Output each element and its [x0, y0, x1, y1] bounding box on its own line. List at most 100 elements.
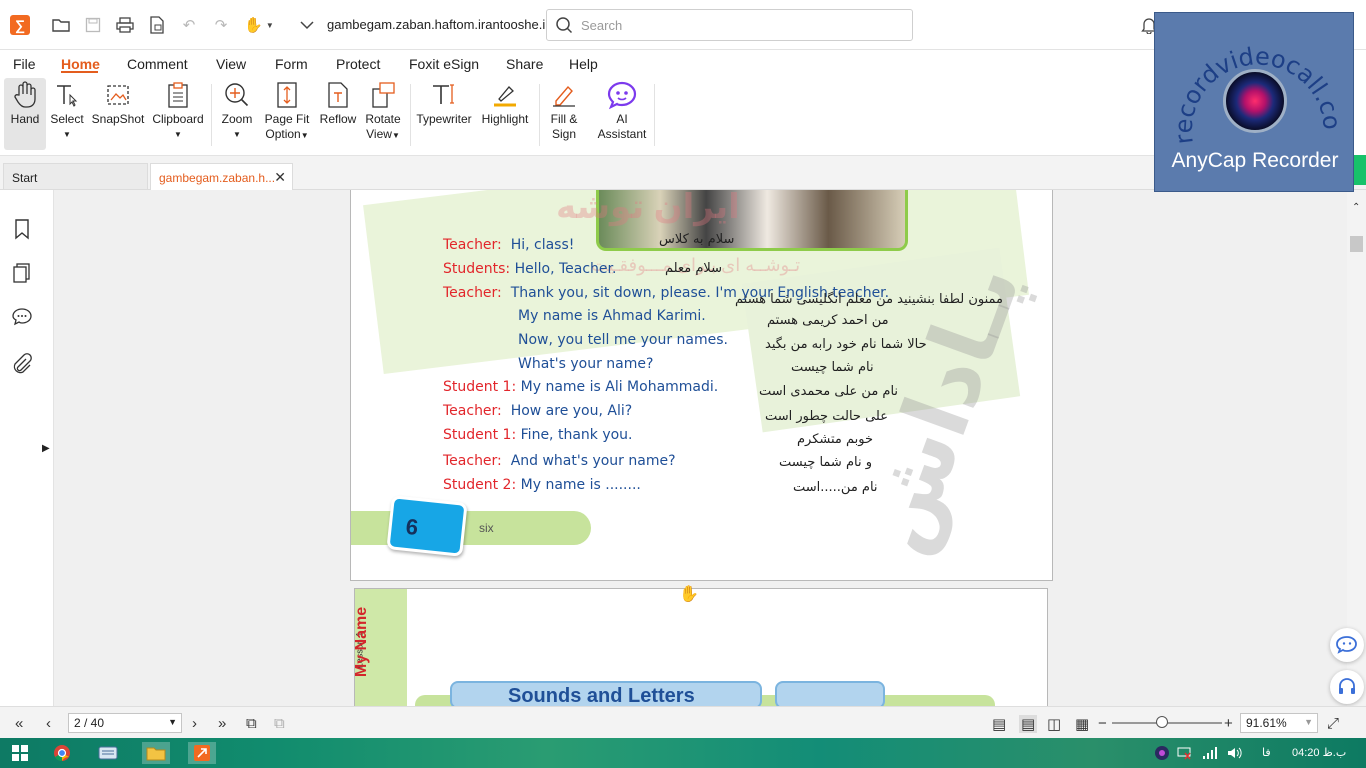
navigation-pane: ▶ — [0, 190, 54, 706]
page-fit-label: Page Fit — [264, 112, 310, 126]
search-input[interactable]: Search — [546, 9, 913, 41]
clipboard-button[interactable]: Clipboard ▼ — [150, 78, 206, 150]
page-fit-icon — [277, 82, 297, 108]
camera-lens-icon — [1223, 69, 1287, 133]
file-explorer-icon[interactable] — [142, 742, 170, 764]
first-page-icon[interactable]: « — [15, 715, 23, 732]
clock[interactable]: 04:20 ب.ظ — [1292, 746, 1346, 759]
read-aloud-float-icon[interactable] — [1330, 670, 1364, 704]
zoom-in-icon[interactable]: + — [1224, 715, 1233, 732]
scroll-up-icon[interactable]: ⌃ — [1352, 202, 1360, 213]
single-page-view-icon[interactable]: ▤ — [992, 715, 1006, 733]
tab-start[interactable]: Start — [3, 163, 148, 190]
save-icon[interactable] — [82, 14, 104, 36]
dialogue-line: Teacher: Hi, class! — [443, 237, 575, 253]
comments-icon[interactable] — [11, 306, 33, 328]
previous-page-icon[interactable]: ‹ — [46, 715, 51, 732]
reflow-icon — [328, 82, 348, 108]
menu-home[interactable]: Home — [61, 56, 100, 72]
continuous-view-icon[interactable]: ▤ — [1019, 715, 1038, 733]
page-thumbnails-icon[interactable] — [11, 262, 33, 284]
menu-protect[interactable]: Protect — [336, 56, 380, 72]
ai-assistant-float-icon[interactable] — [1330, 628, 1364, 662]
menu-comment[interactable]: Comment — [127, 56, 188, 72]
page-number-card: 6 — [386, 495, 468, 557]
select-tool-button[interactable]: Select ▼ — [50, 78, 84, 150]
hand-label: Hand — [10, 112, 40, 126]
pdf-page-3: Lesson 1 My Name Sounds and Letters — [354, 588, 1048, 706]
ai-assistant-button[interactable]: AI Assistant — [594, 78, 650, 150]
persian-translation: خوبم متشکرم — [797, 432, 874, 447]
ai-label: AI — [616, 112, 628, 126]
fill-sign-button[interactable]: Fill & Sign — [545, 78, 583, 150]
watermark-logo: ایران توشه — [556, 190, 740, 226]
tab-document-label: gambegam.zaban.h... — [159, 171, 276, 185]
open-folder-icon[interactable] — [50, 14, 72, 36]
reflow-button[interactable]: Reflow — [318, 78, 358, 150]
tab-document[interactable]: gambegam.zaban.h... ✕ — [150, 163, 293, 190]
windows-start-icon[interactable] — [8, 742, 32, 764]
typewriter-button[interactable]: Typewriter — [415, 78, 473, 150]
dialogue-line: Student 1: Fine, thank you. — [443, 427, 633, 443]
zoom-button[interactable]: Zoom ▼ — [218, 78, 256, 150]
network-disconnected-icon[interactable] — [1172, 742, 1196, 764]
keyboard-icon[interactable] — [96, 742, 120, 764]
page-number-input[interactable]: 2 / 40 ▼ — [68, 713, 182, 733]
document-view[interactable]: ایران توشه تـوشــه ای بـرای مـــوفقـیت پ… — [54, 190, 1347, 706]
hand-tool-dropdown-icon[interactable]: ✋ ▼ — [244, 14, 274, 36]
scrollbar-thumb[interactable] — [1350, 236, 1363, 252]
menu-help[interactable]: Help — [569, 56, 598, 72]
clipboard-label: Clipboard — [152, 112, 204, 126]
persian-translation: و نام شما چیست — [779, 455, 872, 470]
input-language[interactable]: فا — [1262, 746, 1271, 759]
facing-view-icon[interactable]: ◫ — [1047, 715, 1061, 733]
section-cd-bar — [775, 681, 885, 706]
signal-icon[interactable] — [1198, 742, 1222, 764]
snapshot-button[interactable]: SnapShot — [91, 78, 145, 150]
next-view-icon[interactable]: ⧉ — [274, 715, 285, 732]
highlight-button[interactable]: Highlight — [477, 78, 533, 150]
tray-app-icon[interactable] — [1150, 742, 1174, 764]
attachment-icon[interactable] — [11, 353, 33, 375]
menu-share[interactable]: Share — [506, 56, 543, 72]
active-menu-underline — [61, 71, 98, 73]
page-dropdown-icon[interactable]: ▼ — [168, 717, 177, 727]
close-tab-icon[interactable]: ✕ — [274, 169, 286, 186]
foxit-taskbar-icon[interactable] — [188, 742, 216, 764]
expand-pane-arrow-icon[interactable]: ▶ — [42, 443, 50, 454]
highlight-icon — [494, 86, 516, 107]
ai-assistant-icon — [607, 81, 637, 110]
last-page-icon[interactable]: » — [218, 715, 226, 732]
volume-icon[interactable] — [1222, 742, 1246, 764]
chrome-icon[interactable] — [50, 742, 74, 764]
create-pdf-icon[interactable] — [146, 14, 168, 36]
dialogue-line: Students: Hello, Teacher. — [443, 261, 617, 277]
ribbon-separator — [211, 84, 212, 146]
persian-translation: نام من علی محمدی است — [759, 384, 899, 399]
highlight-label: Highlight — [481, 112, 529, 126]
print-icon[interactable] — [114, 14, 136, 36]
rotate-view-button[interactable]: Rotate View▼ — [362, 78, 404, 150]
menu-view[interactable]: View — [216, 56, 246, 72]
zoom-level-input[interactable]: 91.61% ▼ — [1240, 713, 1318, 733]
zoom-slider-knob[interactable] — [1156, 716, 1168, 728]
redo-icon[interactable]: ↷ — [210, 14, 232, 36]
zoom-out-icon[interactable]: − — [1098, 715, 1107, 732]
chevron-down-icon[interactable] — [296, 14, 318, 36]
page-fit-label-2: Option▼ — [265, 127, 309, 141]
page-fit-option-button[interactable]: Page Fit Option▼ — [261, 78, 313, 150]
foxit-logo-icon[interactable]: ∑ — [10, 15, 30, 35]
full-screen-icon[interactable]: ⤢ — [1327, 715, 1339, 732]
next-page-icon[interactable]: › — [192, 715, 197, 732]
menu-file[interactable]: File — [13, 56, 36, 72]
zoom-dropdown-icon[interactable]: ▼ — [1304, 717, 1313, 727]
previous-view-icon[interactable]: ⧉ — [246, 715, 257, 732]
undo-icon[interactable]: ↶ — [178, 14, 200, 36]
hand-tool-button[interactable]: Hand — [4, 78, 46, 150]
menu-foxit-esign[interactable]: Foxit eSign — [409, 56, 479, 72]
pdf-page-2: ایران توشه تـوشــه ای بـرای مـــوفقـیت پ… — [350, 190, 1053, 581]
bookmark-icon[interactable] — [11, 218, 33, 240]
menu-form[interactable]: Form — [275, 56, 308, 72]
continuous-facing-view-icon[interactable]: ▦ — [1075, 715, 1089, 733]
select-text-icon — [57, 85, 78, 107]
